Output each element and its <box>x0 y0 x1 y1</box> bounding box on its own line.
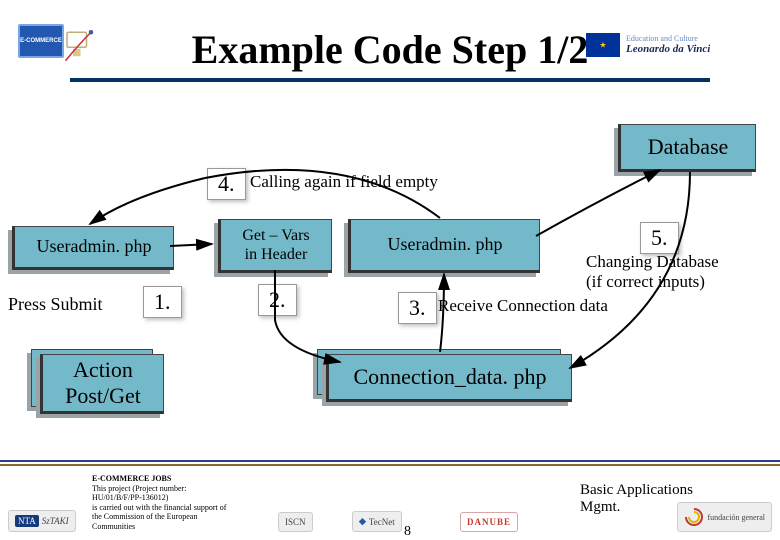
connection-data-box: Connection_data. php <box>326 354 572 402</box>
danube-logo-icon: DANUBE <box>460 512 518 532</box>
eu-line1: Education and Culture <box>626 35 710 44</box>
step-4-label: 4. <box>207 168 246 200</box>
changing-db-text: Changing Database (if correct inputs) <box>586 252 719 292</box>
fundacion-general-logo-icon: fundación general <box>677 502 772 532</box>
useradmin-right-box: Useradmin. php <box>348 219 540 273</box>
getvars-box: Get – Vars in Header <box>218 219 332 273</box>
eu-programme-badge: Education and Culture Leonardo da Vinci <box>586 20 762 70</box>
eu-line2: Leonardo da Vinci <box>626 43 710 55</box>
database-label: Database <box>648 134 729 160</box>
footer-rule-bot <box>0 464 780 466</box>
step-3-label: 3. <box>398 292 437 324</box>
useradmin-left-label: Useradmin. php <box>37 236 152 258</box>
footer-rule-top <box>0 460 780 462</box>
basic-applications-text: Basic Applications Mgmt. <box>580 482 693 516</box>
action-postget-label: Action Post/Get <box>65 357 141 410</box>
useradmin-left-box: Useradmin. php <box>12 226 174 270</box>
action-postget-box: Action Post/Get <box>40 354 164 414</box>
nta-sztaki-logo-icon: NTA SzTAKI <box>8 510 76 532</box>
footer-project-line3: HU/01/B/F/PP-136012) <box>92 493 168 502</box>
useradmin-right-label: Useradmin. php <box>388 234 503 256</box>
press-submit-text: Press Submit <box>8 294 103 315</box>
footer-project-line2: This project (Project number: <box>92 484 186 493</box>
footer-project-title: E-COMMERCE JOBS <box>92 474 171 483</box>
receive-connection-text: Receive Connection data <box>438 296 608 316</box>
database-box: Database <box>618 124 756 172</box>
title-underline <box>70 78 710 82</box>
footer-project-line5: the Commission of the European <box>92 512 197 521</box>
calling-again-text: Calling again if field empty <box>250 172 438 192</box>
tecnet-logo-icon: ◆ TecNet <box>352 511 402 532</box>
footer-project-line4: is carried out with the financial suppor… <box>92 503 226 512</box>
swirl-icon <box>684 507 704 527</box>
getvars-label: Get – Vars in Header <box>242 226 309 264</box>
connection-data-label: Connection_data. php <box>353 364 546 390</box>
footer-project-line6: Communities <box>92 522 135 531</box>
iscn-logo-icon: ISCN <box>278 512 313 532</box>
step-5-label: 5. <box>640 222 679 254</box>
step-2-label: 2. <box>258 284 297 316</box>
page-number: 8 <box>404 524 411 540</box>
eu-flag-icon <box>586 33 620 57</box>
step-1-label: 1. <box>143 286 182 318</box>
